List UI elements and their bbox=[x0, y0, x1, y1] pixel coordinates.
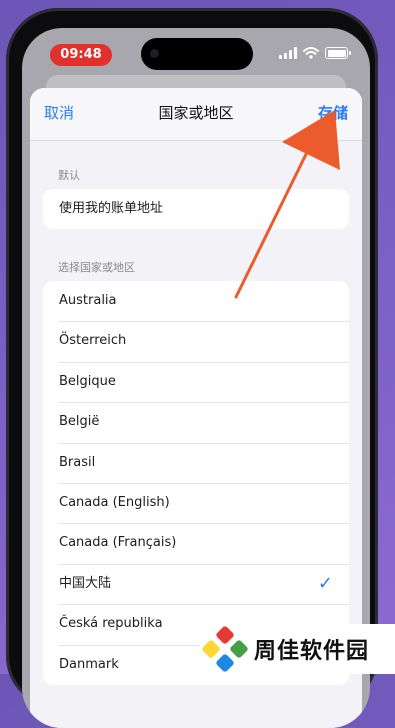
country-label: Belgique bbox=[59, 373, 116, 389]
status-time: 09:48 bbox=[50, 44, 112, 66]
country-label: Danmark bbox=[59, 656, 119, 672]
page-title: 国家或地区 bbox=[158, 104, 234, 122]
country-row-belgie[interactable]: België bbox=[43, 402, 349, 442]
watermark-logo-icon bbox=[201, 625, 249, 673]
use-billing-address-row[interactable]: 使用我的账单地址 bbox=[43, 189, 349, 229]
signal-icon bbox=[279, 47, 297, 59]
wifi-icon bbox=[303, 47, 319, 59]
section-header-default: 默认 bbox=[58, 169, 80, 182]
country-row-canada-francais[interactable]: Canada (Français) bbox=[43, 523, 349, 563]
camera-dot bbox=[150, 49, 159, 58]
country-label: Canada (Français) bbox=[59, 535, 177, 551]
watermark: 周佳软件园 bbox=[200, 624, 395, 674]
country-label: Österreich bbox=[59, 333, 127, 349]
country-label: Česká republika bbox=[59, 616, 163, 632]
country-row-australia[interactable]: Australia bbox=[43, 281, 349, 321]
checkmark-icon: ✓ bbox=[317, 572, 333, 594]
section-header-choose: 选择国家或地区 bbox=[58, 261, 135, 274]
watermark-text: 周佳软件园 bbox=[254, 639, 370, 664]
default-group: 使用我的账单地址 bbox=[43, 189, 349, 230]
country-row-canada-english[interactable]: Canada (English) bbox=[43, 482, 349, 523]
country-row-osterreich[interactable]: Österreich bbox=[43, 321, 349, 361]
country-row-belgique[interactable]: Belgique bbox=[43, 361, 349, 402]
phone-screen: 09:48 取消 国家或地区 存储 默认 使用我的账单地址 选择国家或地区 Au… bbox=[22, 28, 370, 728]
battery-icon bbox=[325, 47, 351, 59]
country-row-brasil[interactable]: Brasil bbox=[43, 442, 349, 483]
navigation-bar: 取消 国家或地区 存储 bbox=[30, 88, 362, 141]
phone-frame: 09:48 取消 国家或地区 存储 默认 使用我的账单地址 选择国家或地区 Au… bbox=[6, 8, 378, 728]
country-label: Canada (English) bbox=[59, 494, 170, 510]
country-label: 中国大陆 bbox=[59, 575, 112, 591]
country-label: Brasil bbox=[59, 454, 96, 470]
country-label: Australia bbox=[59, 293, 117, 308]
country-row-china-mainland[interactable]: 中国大陆 ✓ bbox=[43, 563, 349, 604]
save-button[interactable]: 存储 bbox=[318, 102, 348, 123]
country-label: België bbox=[59, 414, 100, 430]
status-icons bbox=[279, 47, 351, 59]
status-bar: 09:48 bbox=[22, 28, 370, 78]
